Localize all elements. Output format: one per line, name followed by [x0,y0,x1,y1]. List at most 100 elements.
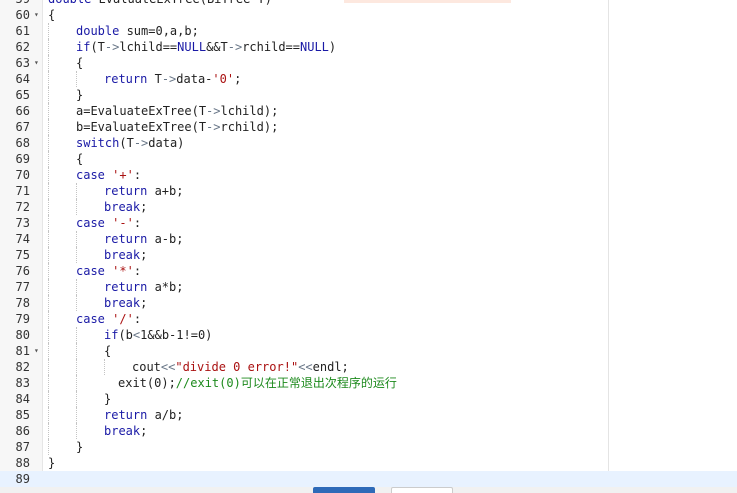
line-number: 86 [15,424,30,438]
line-number: 89 [15,472,30,486]
indent-guide [76,375,77,391]
fold-toggle-icon[interactable]: ▾ [34,343,39,359]
line-number: 74 [15,232,30,246]
line-number: 62 [15,40,30,54]
indent-guide [48,71,49,87]
line-number: 63 [15,56,30,70]
code-text: break; [104,424,148,438]
indent-guide [48,423,49,439]
code-line[interactable]: 85 return a/b; [0,407,737,423]
code-line[interactable]: 88} [0,455,737,471]
line-number: 61 [15,24,30,38]
code-line[interactable]: 84} [0,391,737,407]
code-line[interactable]: 62 if(T->lchild==NULL&&T->rchild==NULL) [0,39,737,55]
code-text: case '-': [76,216,142,230]
code-text: if(T->lchild==NULL&&T->rchild==NULL) [76,40,337,54]
line-number: 69 [15,152,30,166]
line-number: 75 [15,248,30,262]
line-number: 72 [15,200,30,214]
code-line[interactable]: 76 case '*': [0,263,737,279]
code-line[interactable]: 75 break; [0,247,737,263]
indent-guide [48,167,49,183]
code-text: b=EvaluateExTree(T->rchild); [76,120,279,134]
code-text: } [104,392,112,406]
cancel-button[interactable] [391,487,453,493]
code-text: a=EvaluateExTree(T->lchild); [76,104,279,118]
code-line[interactable]: 81 ▾ { [0,343,737,359]
line-number: 80 [15,328,30,342]
code-text: { [48,8,56,22]
line-number: 60 [15,8,30,22]
indent-guide [48,343,49,359]
code-text: return T->data-'0'; [104,72,242,86]
indent-guide [48,279,49,295]
line-number: 59 [0,0,30,7]
code-line[interactable]: 61 double sum=0,a,b; [0,23,737,39]
indent-guide [48,359,49,375]
code-text: switch(T->data) [76,136,185,150]
code-text: break; [104,200,148,214]
code-line[interactable]: 63 ▾ { [0,55,737,71]
line-number: 88 [15,456,30,470]
code-line[interactable]: 87} [0,439,737,455]
code-lines: 59 double EvaluateExTree(BiTree T) 60 ▾ {61 d… [0,0,737,487]
indent-guide [48,295,49,311]
indent-guide [48,263,49,279]
indent-guide [48,55,49,71]
indent-guide [76,183,77,199]
code-text: double EvaluateExTree(BiTree T) [48,0,272,7]
indent-guide [48,375,49,391]
indent-guide [48,103,49,119]
code-line[interactable]: 80 if(b<1&&b-1!=0) [0,327,737,343]
code-line[interactable]: 86 break; [0,423,737,439]
code-line[interactable]: 68 switch(T->data) [0,135,737,151]
line-number: 71 [15,184,30,198]
code-line[interactable]: 72 break; [0,199,737,215]
line-number: 70 [15,168,30,182]
indent-guide [76,423,77,439]
indent-guide [76,279,77,295]
code-text: { [76,56,84,70]
indent-guide [48,391,49,407]
code-line[interactable]: 59 double EvaluateExTree(BiTree T) [0,0,737,7]
code-line[interactable]: 73 case '-': [0,215,737,231]
code-line[interactable]: 77 return a*b; [0,279,737,295]
code-line[interactable]: 82 cout<<"divide 0 error!"<<endl; [0,359,737,375]
indent-guide [48,87,49,103]
code-line[interactable]: 79 case '/': [0,311,737,327]
code-line[interactable]: 67 b=EvaluateExTree(T->rchild); [0,119,737,135]
indent-guide [48,231,49,247]
code-text: double sum=0,a,b; [76,24,199,38]
line-number: 85 [15,408,30,422]
code-line[interactable]: 70 case '+': [0,167,737,183]
code-line[interactable]: 66 a=EvaluateExTree(T->lchild); [0,103,737,119]
code-editor[interactable]: 59 double EvaluateExTree(BiTree T) 60 ▾ {61 d… [0,0,737,493]
line-number: 83 [15,376,30,390]
code-text: case '+': [76,168,142,182]
code-text: case '/': [76,312,142,326]
indent-guide [76,295,77,311]
indent-guide [76,391,77,407]
line-number: 87 [15,440,30,454]
code-line[interactable]: 74 return a-b; [0,231,737,247]
indent-guide [48,199,49,215]
code-line[interactable]: 78 break; [0,295,737,311]
code-line[interactable]: 71 return a+b; [0,183,737,199]
indent-guide [76,327,77,343]
indent-guide [48,135,49,151]
code-text: case '*': [76,264,142,278]
indent-guide [48,23,49,39]
code-line[interactable]: 69 { [0,151,737,167]
fold-toggle-icon[interactable]: ▾ [34,55,39,71]
line-number: 65 [15,88,30,102]
line-number: 66 [15,104,30,118]
code-line[interactable]: 65} [0,87,737,103]
fold-toggle-icon[interactable]: ▾ [34,7,39,23]
line-number: 81 [15,344,30,358]
confirm-button[interactable] [313,487,375,493]
code-line[interactable]: 60 ▾ { [0,7,737,23]
indent-guide [104,359,105,375]
code-line[interactable]: 89 [0,471,737,487]
code-line[interactable]: 64 return T->data-'0'; [0,71,737,87]
code-line[interactable]: 83 exit(0);//exit(0)可以在正常退出次程序的运行 [0,375,737,391]
